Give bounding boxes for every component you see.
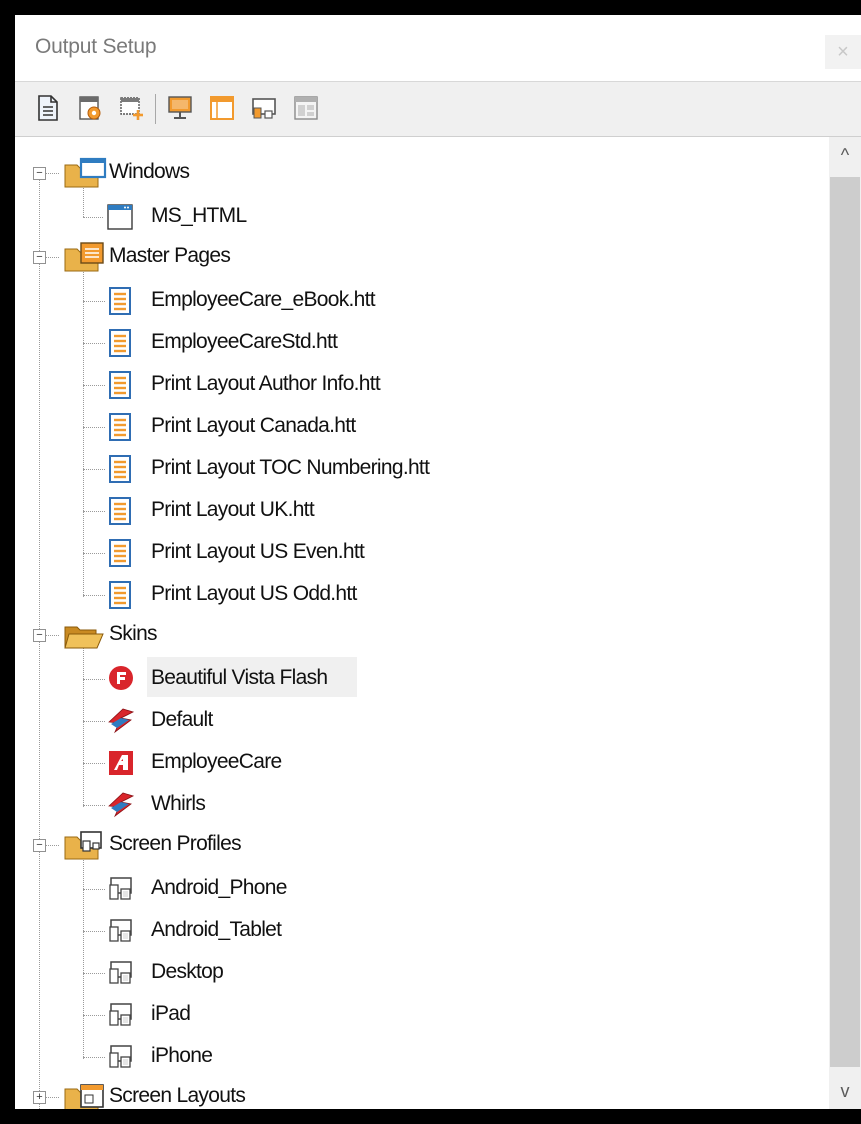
screen-profile-icon: [109, 1003, 132, 1026]
vertical-scrollbar[interactable]: ^ v: [829, 137, 861, 1109]
tree-branch-line: [83, 261, 84, 597]
tree-connector: [83, 343, 105, 344]
tree-connector: [45, 635, 59, 636]
master-page-file-icon: [109, 371, 131, 399]
screen-profiles-folder-icon: [64, 831, 102, 860]
master-pages-folder-icon: [64, 242, 104, 272]
node-label: Screen Profiles: [109, 832, 242, 855]
tree-connector: [83, 385, 105, 386]
properties-icon[interactable]: [77, 94, 103, 122]
layout-grid-icon[interactable]: [293, 94, 319, 122]
node-label: Print Layout US Odd.htt: [151, 582, 357, 605]
tree-connector: [83, 217, 103, 218]
collapse-toggle-master-pages[interactable]: −: [33, 251, 46, 264]
node-label: iPad: [151, 1002, 191, 1025]
screen-profile-icon: [109, 877, 132, 900]
node-label: Print Layout US Even.htt: [151, 540, 365, 563]
collapse-toggle-skins[interactable]: −: [33, 629, 46, 642]
tree-connector: [83, 805, 105, 806]
node-label: Android_Phone: [151, 876, 287, 899]
node-label: Screen Layouts: [109, 1084, 246, 1107]
toolbar-separator: [155, 94, 156, 124]
expand-toggle-screen-layouts[interactable]: +: [33, 1091, 46, 1104]
tree-connector: [83, 973, 105, 974]
screenshot-frame: Output Setup × − Windows MS_HTML − Maste…: [0, 0, 861, 1124]
toolbar: [15, 81, 861, 137]
tree-branch-line: [83, 639, 84, 807]
tree-connector: [83, 511, 105, 512]
node-label: Print Layout TOC Numbering.htt: [151, 456, 430, 479]
tree-connector: [83, 763, 105, 764]
node-label: Whirls: [151, 792, 206, 815]
collapse-toggle-screen-profiles[interactable]: −: [33, 839, 46, 852]
new-document-icon[interactable]: [35, 94, 61, 122]
screen-profile-icon: [109, 919, 132, 942]
node-label: EmployeeCareStd.htt: [151, 330, 338, 353]
windows-folder-icon: [64, 157, 107, 188]
tree-connector: [83, 721, 105, 722]
scrollbar-thumb[interactable]: [830, 177, 860, 1067]
tree-connector: [45, 257, 59, 258]
flash-skin-icon: [109, 666, 133, 690]
whirls-skin-icon: [108, 792, 135, 818]
scroll-up-arrow[interactable]: ^: [829, 137, 861, 173]
node-label: EmployeeCare_eBook.htt: [151, 288, 376, 311]
node-label: EmployeeCare: [151, 750, 282, 773]
tree-branch-line: [83, 849, 84, 1059]
master-page-file-icon: [109, 455, 131, 483]
panel-title: Output Setup: [35, 35, 157, 58]
master-page-file-icon: [109, 287, 131, 315]
node-label: Skins: [109, 622, 158, 645]
master-page-file-icon: [109, 581, 131, 609]
node-label: Print Layout Author Info.htt: [151, 372, 381, 395]
employeecare-skin-icon: [109, 751, 133, 775]
tree-connector: [45, 845, 59, 846]
tree-connector: [83, 595, 105, 596]
default-skin-icon: [108, 708, 135, 734]
master-page-file-icon: [109, 329, 131, 357]
screen-profile-icon: [109, 961, 132, 984]
node-label: iPhone: [151, 1044, 213, 1067]
node-label: Windows: [109, 160, 190, 183]
tree-connector: [83, 1057, 105, 1058]
tree-connector: [83, 889, 105, 890]
tree-connector: [83, 679, 105, 680]
title-bar: Output Setup ×: [15, 15, 861, 77]
node-label: Beautiful Vista Flash: [151, 666, 328, 689]
tree-connector: [45, 1097, 59, 1098]
node-label: Android_Tablet: [151, 918, 282, 941]
tree-connector: [83, 469, 105, 470]
master-page-file-icon: [109, 413, 131, 441]
node-label: Default: [151, 708, 213, 731]
tree-connector: [83, 553, 105, 554]
tree-connector: [83, 1015, 105, 1016]
close-button[interactable]: ×: [825, 35, 861, 69]
window-frame-icon[interactable]: [209, 94, 235, 122]
node-label: Print Layout UK.htt: [151, 498, 315, 521]
node-label: Print Layout Canada.htt: [151, 414, 356, 437]
collapse-toggle-windows[interactable]: −: [33, 167, 46, 180]
tree-connector: [83, 301, 105, 302]
node-label: Master Pages: [109, 244, 231, 267]
skins-folder-icon: [64, 626, 104, 649]
add-window-icon[interactable]: [119, 94, 145, 122]
node-label: MS_HTML: [151, 204, 247, 227]
scroll-down-arrow[interactable]: v: [829, 1073, 861, 1109]
tree-connector: [45, 173, 59, 174]
tree-connector: [83, 931, 105, 932]
window-item-icon: [107, 204, 133, 230]
node-label: Desktop: [151, 960, 224, 983]
screen-profile-icon[interactable]: [251, 94, 277, 122]
monitor-icon[interactable]: [167, 94, 193, 122]
master-page-file-icon: [109, 497, 131, 525]
master-page-file-icon: [109, 539, 131, 567]
screen-layouts-folder-icon: [64, 1084, 104, 1109]
tree-root-line: [39, 177, 40, 1109]
output-setup-tree: − Windows MS_HTML − Master Pages Employe…: [15, 137, 829, 1109]
screen-profile-icon: [109, 1045, 132, 1068]
output-setup-panel: Output Setup × − Windows MS_HTML − Maste…: [15, 15, 861, 1109]
tree-connector: [83, 427, 105, 428]
